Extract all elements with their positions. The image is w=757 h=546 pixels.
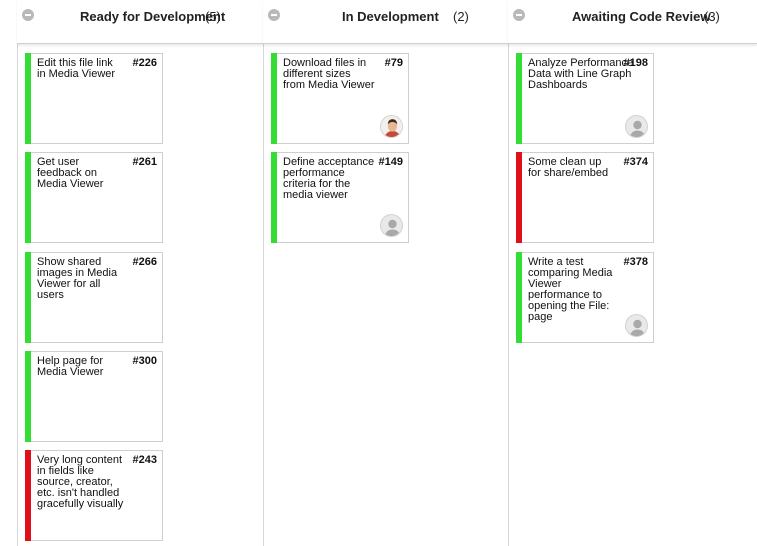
card-title: Help page for Media Viewer xyxy=(37,355,104,378)
assignee-avatar[interactable] xyxy=(380,214,403,237)
column-title: In Development xyxy=(342,9,439,24)
card-title: Get user feedback on Media Viewer xyxy=(37,156,104,190)
status-bar xyxy=(271,53,277,144)
card-title: Very long content in fields like source,… xyxy=(37,454,124,510)
card-number: #198 xyxy=(623,57,648,69)
status-bar xyxy=(25,351,31,442)
card-number: #378 xyxy=(623,256,648,268)
card-number: #226 xyxy=(132,57,157,69)
status-bar xyxy=(271,152,277,243)
card-226[interactable]: Edit this file link in Media Viewer #226 xyxy=(25,53,163,144)
card-number: #266 xyxy=(132,256,157,268)
status-bar xyxy=(516,152,522,243)
card-title: Define acceptance performance criteria f… xyxy=(283,156,375,201)
card-title: Download files in different sizes from M… xyxy=(283,57,375,91)
card-number: #79 xyxy=(384,57,403,69)
card-378[interactable]: Write a test comparing Media Viewer perf… xyxy=(516,252,654,343)
column-in-development: In Development (2) Download files in dif… xyxy=(263,0,508,546)
status-bar xyxy=(516,252,522,343)
card-number: #374 xyxy=(623,156,648,168)
column-awaiting-code-review: Awaiting Code Review (3) Analyze Perform… xyxy=(508,0,757,546)
card-198[interactable]: Analyze Performance Data with Line Graph… xyxy=(516,53,654,144)
card-149[interactable]: Define acceptance performance criteria f… xyxy=(271,152,409,243)
card-374[interactable]: Some clean up for share/embed #374 xyxy=(516,152,654,243)
assignee-avatar[interactable] xyxy=(625,115,648,138)
assignee-avatar[interactable] xyxy=(380,115,403,138)
collapse-column-button[interactable] xyxy=(22,9,34,21)
card-number: #300 xyxy=(132,355,157,367)
column-header: Ready for Development (5) xyxy=(17,0,263,44)
card-title: Write a test comparing Media Viewer perf… xyxy=(528,256,613,323)
card-number: #261 xyxy=(132,156,157,168)
status-bar xyxy=(25,252,31,343)
column-count: (3) xyxy=(704,9,720,24)
status-bar xyxy=(25,152,31,243)
column-count: (2) xyxy=(453,9,469,24)
collapse-column-button[interactable] xyxy=(513,9,525,21)
card-243[interactable]: Very long content in fields like source,… xyxy=(25,450,163,541)
column-title: Ready for Development xyxy=(80,9,226,24)
column-count: (5) xyxy=(205,9,221,24)
column-header: Awaiting Code Review (3) xyxy=(508,0,757,44)
kanban-board: Ready for Development (5) Edit this file… xyxy=(0,0,757,546)
card-79[interactable]: Download files in different sizes from M… xyxy=(271,53,409,144)
card-300[interactable]: Help page for Media Viewer #300 xyxy=(25,351,163,442)
card-title: Show shared images in Media Viewer for a… xyxy=(37,256,118,301)
column-ready-for-development: Ready for Development (5) Edit this file… xyxy=(17,0,263,546)
card-title: Some clean up for share/embed xyxy=(528,156,609,179)
status-bar xyxy=(25,450,31,541)
assignee-avatar[interactable] xyxy=(625,314,648,337)
status-bar xyxy=(516,53,522,144)
column-title: Awaiting Code Review xyxy=(572,9,711,24)
column-header: In Development (2) xyxy=(263,0,508,44)
status-bar xyxy=(25,53,31,144)
card-261[interactable]: Get user feedback on Media Viewer #261 xyxy=(25,152,163,243)
card-number: #149 xyxy=(378,156,403,168)
collapse-column-button[interactable] xyxy=(268,9,280,21)
card-number: #243 xyxy=(132,454,157,466)
card-title: Edit this file link in Media Viewer xyxy=(37,57,116,80)
card-266[interactable]: Show shared images in Media Viewer for a… xyxy=(25,252,163,343)
